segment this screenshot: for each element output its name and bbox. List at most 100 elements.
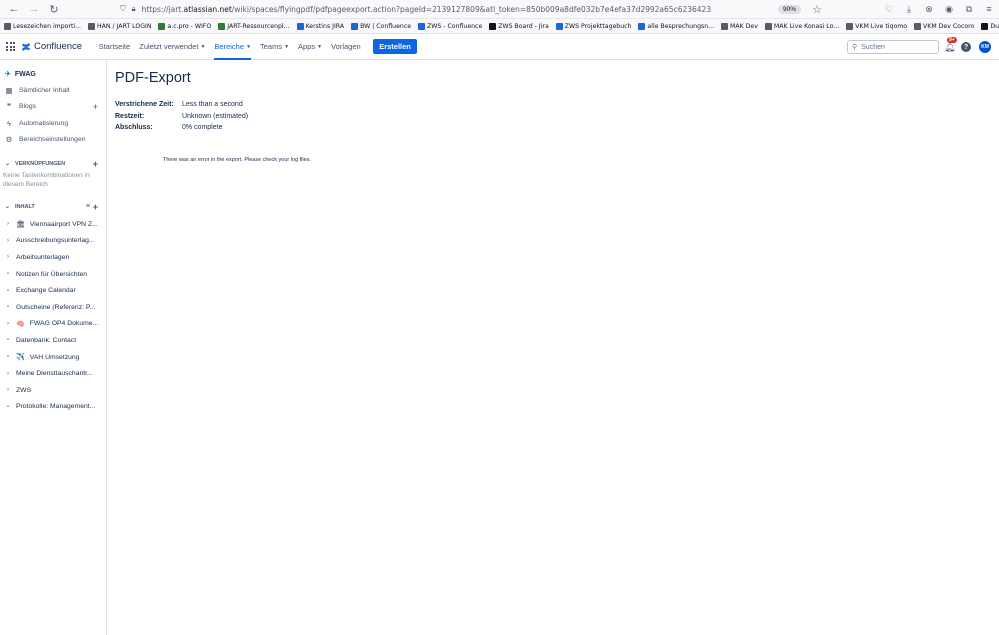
tree-item-label: VAH Umsetzung [29,353,80,361]
create-button[interactable]: Erstellen [373,39,417,54]
help-icon[interactable]: ? [961,42,971,52]
info-row: Abschluss: 0% complete [115,122,999,134]
tree-item[interactable]: • Gutscheine (Referenz: P... [0,299,106,316]
page-emoji-icon: 🏛 [16,221,25,229]
info-row: Restzeit: Unknown (estimated) [115,111,999,123]
info-key: Abschluss: [115,124,153,132]
bookmark-item[interactable]: HAN / JART LOGIN [88,22,151,30]
nav-item-apps[interactable]: Apps ▼ [294,34,327,60]
bookmark-label: JART-Ressourcenpl... [227,22,290,30]
add-content-icon[interactable]: + [93,202,98,212]
bookmark-item[interactable]: MAK Dev [721,22,758,30]
filter-icon[interactable]: ≡ [86,203,90,210]
bookmark-item[interactable]: MAK Live Konasi Lo... [764,22,840,30]
bookmark-favicon-icon [351,22,359,30]
bookmark-label: MAK Live Konasi Lo... [773,22,840,30]
bookmark-label: ZWS Projekttagebuch [564,22,632,30]
bookmark-item[interactable]: ZWS Projekttagebuch [555,22,632,30]
tree-item[interactable]: › Arbeitsunterlagen [0,249,106,266]
bookmark-star-icon[interactable]: ☆ [807,0,827,19]
bookmark-item[interactable]: VKM Live tiqomo [846,22,908,30]
nav-item-label: Startseite [98,42,131,51]
avatar[interactable]: KM [979,41,991,53]
reload-icon[interactable]: ↻ [44,0,64,19]
url-host: atlassian.net [183,4,232,14]
sidebar-item[interactable]: ❞ Blogs + [0,99,106,116]
tree-item-label: Gutscheine (Referenz: P... [16,303,96,311]
tree-item[interactable]: › 🧠 FWAG OP4 Dokume... [0,316,106,333]
extension-color-icon[interactable]: ◉ [943,4,955,15]
nav-item-bereiche[interactable]: Bereiche ▼ [210,34,256,60]
logo-text: Confluence [34,41,83,52]
chevron-down-icon[interactable]: ⌄ [5,203,10,210]
bookmark-item[interactable]: a.c.pro - WIFO [158,22,211,30]
content-icon: ▦ [5,85,13,95]
tree-item[interactable]: › Meine Diensttauschantr... [0,365,106,382]
search-input[interactable]: ⚲ Suchen [847,40,939,54]
content-section-header[interactable]: ⌄ INHALT ≡ + [0,199,106,214]
chevron-right-icon[interactable]: › [5,221,11,227]
add-shortcut-icon[interactable]: + [93,159,98,169]
shield-icon[interactable]: ⛉ [120,4,126,14]
extensions-puzzle-icon[interactable]: ⧉ [963,4,975,15]
chevron-right-icon[interactable]: › [5,321,11,327]
bookmark-item[interactable]: VKM Dev Cocoro [914,22,974,30]
bookmark-label: ZWS Board - Jira [498,22,549,30]
extension-x-icon[interactable]: ⊗ [923,4,935,15]
sidebar-item[interactable]: ⚙ Bereichseinstellungen [0,132,106,149]
search-placeholder: Suchen [861,43,885,51]
lock-icon[interactable]: 🔒︎ [132,4,136,14]
bookmark-favicon-icon [418,22,426,30]
menu-icon[interactable]: ≡ [983,4,995,14]
tree-item[interactable]: • Datenbank: Contact [0,332,106,349]
tree-item[interactable]: › 🏛 Viennaairport VPN Z... [0,216,106,233]
bookmark-item[interactable]: alle Besprechungsn... [638,22,714,30]
nav-item-zuletzt-verwendet[interactable]: Zuletzt verwendet ▼ [135,34,210,60]
notification-bell-icon[interactable]: 🔔︎ [944,42,955,53]
bookmark-label: VKM Live tiqomo [855,22,908,30]
tree-item[interactable]: › Ausschreibungsunterlag... [0,233,106,250]
confluence-header: Confluence Startseite Zuletzt verwendet ▼ B… [0,34,999,60]
app-switcher-icon[interactable] [6,42,15,51]
bullet-icon: • [7,403,9,410]
chevron-right-icon[interactable]: › [5,371,11,377]
space-header[interactable]: ✈︎ FWAG [0,66,106,82]
nav-item-teams[interactable]: Teams ▼ [255,34,293,60]
chevron-right-icon[interactable]: › [5,387,11,393]
chevron-right-icon[interactable]: › [5,238,11,244]
download-icon[interactable]: ⤓ [903,4,915,15]
tree-item[interactable]: › ZWS [0,382,106,399]
sidebar-item[interactable]: ϟ Automatisierung [0,115,106,132]
sidebar-item[interactable]: ▦ Sämtlicher Inhalt [0,82,106,99]
bookmark-item[interactable]: Kerstins JIRA [296,22,344,30]
chevron-down-icon[interactable]: ⌄ [5,160,10,167]
tree-item-label: Arbeitsunterlagen [16,253,70,261]
bookmark-favicon-icon [489,22,497,30]
bookmark-item[interactable]: ZWS Board - Jira [489,22,549,30]
sidebar-item-label: Blogs [19,103,37,111]
zoom-badge[interactable]: 90% [777,4,801,14]
bookmark-item[interactable]: Lesezeichen importi... [4,22,81,30]
tree-item[interactable]: • Exchange Calendar [0,282,106,299]
bookmark-item[interactable]: Duden [981,22,999,30]
info-value: 0% complete [182,124,223,132]
bookmark-item[interactable]: ZWS - Confluence [418,22,482,30]
nav-item-vorlagen[interactable]: Vorlagen [327,34,366,60]
url-field[interactable]: ⛉ 🔒︎ https://jart.atlassian.net/wiki/spa… [120,2,778,16]
add-blog-icon[interactable]: + [93,102,98,112]
bookmark-item[interactable]: JART-Ressourcenpl... [218,22,290,30]
tree-item[interactable]: • Notizen für Übersichten [0,266,106,283]
chevron-right-icon[interactable]: › [5,254,11,260]
chevron-down-icon: ▼ [284,43,290,50]
shortcuts-section-header[interactable]: ⌄ VERKNÜPFUNGEN + [0,156,106,171]
forward-arrow-icon[interactable]: → [24,0,44,19]
sidebar-item-label: Sämtlicher Inhalt [19,86,70,94]
confluence-logo[interactable]: Confluence [21,41,82,52]
tree-item[interactable]: • Protokolle: Management... [0,399,106,416]
bookmark-item[interactable]: BW | Confluence [351,22,411,30]
tree-item[interactable]: • ✈️ VAH Umsetzung [0,349,106,366]
back-arrow-icon[interactable]: ← [4,0,24,19]
confluence-logo-icon [22,42,30,51]
nav-item-startseite[interactable]: Startseite [94,34,135,60]
pocket-icon[interactable]: ♡ [883,4,895,15]
